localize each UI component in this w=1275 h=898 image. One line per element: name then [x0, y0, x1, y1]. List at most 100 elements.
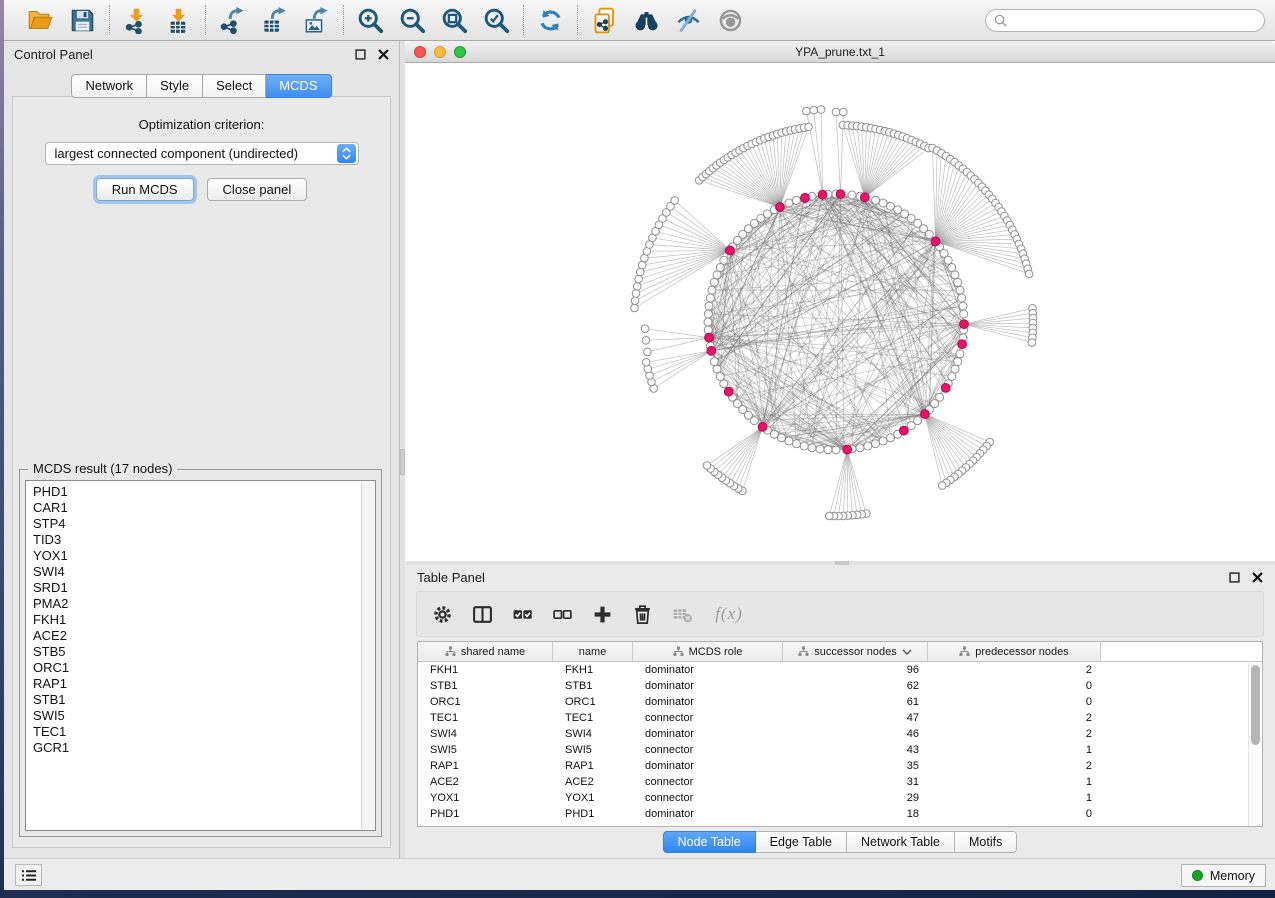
select-all-icon[interactable]	[512, 604, 533, 625]
find-icon[interactable]	[633, 7, 660, 34]
export-network-icon[interactable]	[219, 7, 246, 34]
mcds-result-item[interactable]: RAP1	[33, 676, 375, 692]
run-mcds-button[interactable]: Run MCDS	[96, 178, 194, 201]
close-panel-icon[interactable]	[1252, 572, 1263, 583]
table-row[interactable]: RAP1RAP1dominator352	[418, 758, 1262, 774]
mcds-result-item[interactable]: PHD1	[33, 484, 375, 500]
import-table-icon[interactable]	[165, 7, 192, 34]
search-box[interactable]	[985, 9, 1265, 32]
close-panel-icon[interactable]	[378, 49, 389, 60]
column-header-MCDS-role[interactable]: MCDS role	[633, 642, 783, 662]
maximize-window-icon[interactable]	[454, 46, 466, 58]
search-input[interactable]	[1012, 13, 1257, 27]
tab-motifs[interactable]: Motifs	[955, 831, 1017, 853]
export-image-icon[interactable]	[303, 7, 330, 34]
table-row[interactable]: ACE2ACE2connector311	[418, 774, 1262, 790]
tab-select[interactable]: Select	[203, 74, 266, 98]
mcds-result-item[interactable]: TID3	[33, 532, 375, 548]
network-graph[interactable]	[405, 63, 1275, 561]
table-row[interactable]: ORC1ORC1dominator610	[418, 694, 1262, 710]
clone-network-icon[interactable]	[591, 7, 618, 34]
column-header-shared-name[interactable]: shared name	[418, 642, 553, 662]
close-window-icon[interactable]	[414, 46, 426, 58]
minimize-window-icon[interactable]	[434, 46, 446, 58]
mcds-tab-content: Optimization criterion: largest connecte…	[12, 96, 391, 848]
mcds-result-item[interactable]: FKH1	[33, 612, 375, 628]
cell-name: RAP1	[553, 758, 633, 774]
select-stepper-icon	[337, 144, 356, 163]
refresh-view-icon[interactable]	[537, 7, 564, 34]
zoom-out-icon[interactable]	[399, 7, 426, 34]
control-panel: Control Panel NetworkStyleSelectMCDS Opt…	[4, 41, 400, 858]
mcds-result-item[interactable]: CAR1	[33, 500, 375, 516]
column-header-successor-nodes[interactable]: successor nodes	[783, 642, 928, 662]
zoom-selected-icon[interactable]	[483, 7, 510, 34]
zoom-in-icon[interactable]	[357, 7, 384, 34]
cell-successor-nodes: 47	[783, 710, 928, 726]
mcds-result-item[interactable]: STB5	[33, 644, 375, 660]
table-scrollbar[interactable]	[1248, 663, 1262, 826]
mcds-result-item[interactable]: SRD1	[33, 580, 375, 596]
tab-node-table[interactable]: Node Table	[663, 831, 756, 853]
cell-shared-name: STB1	[418, 678, 553, 694]
mcds-list-scrollbar[interactable]	[361, 482, 374, 829]
table-row[interactable]: STB1STB1dominator620	[418, 678, 1262, 694]
cell-successor-nodes: 31	[783, 774, 928, 790]
export-table-icon[interactable]	[261, 7, 288, 34]
tab-network[interactable]: Network	[71, 74, 147, 98]
show-hide-details-icon[interactable]	[675, 7, 702, 34]
tab-style[interactable]: Style	[147, 74, 203, 98]
cell-MCDS-role: dominator	[633, 662, 783, 678]
control-panel-title: Control Panel	[14, 47, 93, 62]
task-history-button[interactable]	[15, 864, 42, 886]
cell-MCDS-role: dominator	[633, 694, 783, 710]
cell-successor-nodes: 43	[783, 742, 928, 758]
mcds-result-item[interactable]: SWI4	[33, 564, 375, 580]
table-row[interactable]: SWI4SWI4dominator462	[418, 726, 1262, 742]
network-window-titlebar[interactable]: YPA_prune.txt_1	[405, 41, 1275, 63]
save-session-icon[interactable]	[69, 7, 96, 34]
delete-column-icon[interactable]	[632, 604, 653, 625]
main-toolbar	[4, 0, 1275, 41]
mcds-result-item[interactable]: PMA2	[33, 596, 375, 612]
tab-network-table[interactable]: Network Table	[847, 831, 955, 853]
mcds-result-item[interactable]: SWI5	[33, 708, 375, 724]
control-panel-tabs: NetworkStyleSelectMCDS	[4, 74, 399, 98]
float-panel-icon[interactable]	[1229, 572, 1240, 583]
optimization-criterion-select[interactable]: largest connected component (undirected)	[45, 142, 359, 165]
table-settings-icon[interactable]	[432, 604, 453, 625]
mcds-result-item[interactable]: GCR1	[33, 740, 375, 756]
float-panel-icon[interactable]	[355, 49, 366, 60]
cell-MCDS-role: connector	[633, 710, 783, 726]
table-row[interactable]: YOX1YOX1connector291	[418, 790, 1262, 806]
mcds-result-item[interactable]: ACE2	[33, 628, 375, 644]
tab-mcds[interactable]: MCDS	[266, 74, 331, 98]
network-canvas[interactable]	[405, 63, 1275, 561]
desktop-background: Control Panel NetworkStyleSelectMCDS Opt…	[0, 0, 1275, 898]
tab-edge-table[interactable]: Edge Table	[756, 831, 847, 853]
add-column-icon[interactable]	[592, 604, 613, 625]
control-panel-header: Control Panel	[4, 41, 399, 67]
open-file-icon[interactable]	[27, 7, 54, 34]
table-row[interactable]: FKH1FKH1dominator962	[418, 662, 1262, 678]
table-row[interactable]: TEC1TEC1connector472	[418, 710, 1262, 726]
zoom-fit-icon[interactable]	[441, 7, 468, 34]
mcds-result-item[interactable]: ORC1	[33, 660, 375, 676]
import-network-icon[interactable]	[123, 7, 150, 34]
column-header-predecessor-nodes[interactable]: predecessor nodes	[928, 642, 1101, 662]
cell-MCDS-role: connector	[633, 774, 783, 790]
table-row[interactable]: PHD1PHD1dominator180	[418, 806, 1262, 822]
mcds-result-item[interactable]: YOX1	[33, 548, 375, 564]
toggle-columns-icon[interactable]	[472, 604, 493, 625]
mcds-result-item[interactable]: STB1	[33, 692, 375, 708]
column-header-name[interactable]: name	[553, 642, 633, 662]
memory-button[interactable]: Memory	[1181, 864, 1266, 887]
search-icon	[993, 13, 1008, 28]
cell-successor-nodes: 35	[783, 758, 928, 774]
mcds-result-item[interactable]: TEC1	[33, 724, 375, 740]
close-panel-button[interactable]: Close panel	[207, 178, 308, 201]
mcds-result-item[interactable]: STP4	[33, 516, 375, 532]
scrollbar-thumb[interactable]	[1251, 665, 1260, 745]
table-row[interactable]: SWI5SWI5connector431	[418, 742, 1262, 758]
deselect-all-icon[interactable]	[552, 604, 573, 625]
